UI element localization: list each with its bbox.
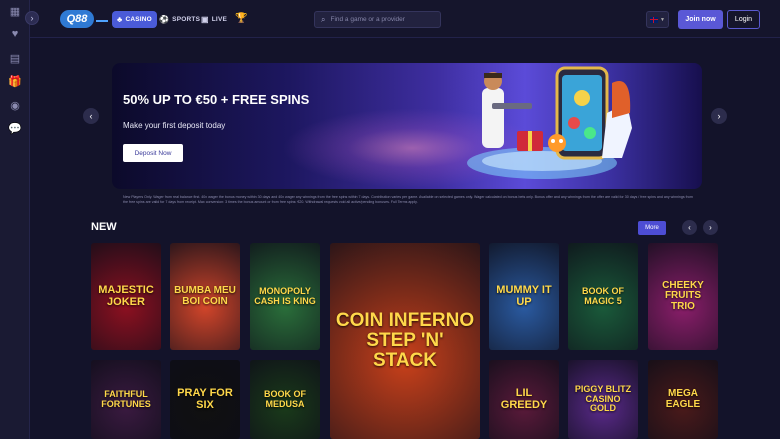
- banner-next-button[interactable]: ›: [711, 108, 727, 124]
- chat-icon[interactable]: 💬: [8, 121, 22, 135]
- game-tile[interactable]: BOOK OF MAGIC 5: [568, 243, 638, 350]
- banner-prev-button[interactable]: ‹: [83, 108, 99, 124]
- game-title: MONOPOLY CASH IS KING: [254, 286, 316, 306]
- trophy-icon[interactable]: 🏆: [235, 13, 247, 24]
- chevron-right-icon: ›: [709, 223, 712, 232]
- banner-terms: New Players Only. Wager from real balanc…: [123, 195, 693, 205]
- more-button[interactable]: More: [638, 221, 666, 235]
- game-title: PIGGY BLITZ CASINO GOLD: [574, 384, 632, 414]
- game-tile[interactable]: COIN INFERNO STEP 'N' STACK: [330, 243, 480, 439]
- game-title: COIN INFERNO STEP 'N' STACK: [335, 310, 475, 371]
- chevron-right-icon[interactable]: ›: [25, 11, 39, 25]
- tab-live-label: LIVE: [211, 16, 228, 23]
- language-selector[interactable]: ▼: [646, 11, 669, 28]
- chevron-left-icon: ‹: [688, 223, 691, 232]
- game-tile[interactable]: CHEEKY FRUITS TRIO: [648, 243, 718, 350]
- football-icon: ⚽: [159, 15, 170, 24]
- banner-artwork: [467, 66, 632, 179]
- game-tile[interactable]: MEGA EAGLE: [648, 360, 718, 439]
- game-title: MEGA EAGLE: [665, 388, 701, 410]
- promo-banner[interactable]: 50% UP TO €50 + FREE SPINS Make your fir…: [112, 63, 702, 189]
- game-title: LIL GREEDY: [500, 386, 548, 411]
- game-tile[interactable]: BOOK OF MEDUSA: [250, 360, 320, 439]
- heart-icon[interactable]: ♥: [8, 27, 22, 41]
- row-next-button[interactable]: ›: [703, 220, 718, 235]
- uk-flag-icon: [650, 16, 659, 23]
- banner-title: 50% UP TO €50 + FREE SPINS: [123, 92, 310, 107]
- banner-subtitle: Make your first deposit today: [123, 121, 226, 130]
- grid-icon[interactable]: ▦: [8, 4, 22, 18]
- row-prev-button[interactable]: ‹: [682, 220, 697, 235]
- game-tile[interactable]: PRAY FOR SIX: [170, 360, 240, 439]
- game-tile[interactable]: BUMBA MEU BOI COIN: [170, 243, 240, 350]
- live-icon: ▣: [201, 15, 209, 24]
- game-tile[interactable]: MONOPOLY CASH IS KING: [250, 243, 320, 350]
- tab-casino-label: CASINO: [125, 16, 152, 23]
- game-title: PRAY FOR SIX: [177, 386, 233, 411]
- join-now-button[interactable]: Join now: [678, 10, 723, 29]
- sidebar: ▦ ♥ ▤ 🎁 ◉ 💬: [0, 0, 30, 439]
- game-tile[interactable]: LIL GREEDY: [489, 360, 559, 439]
- tab-live[interactable]: ▣ LIVE: [196, 11, 232, 28]
- chevron-down-icon: ▼: [660, 16, 665, 23]
- site-logo[interactable]: Q88: [60, 10, 94, 28]
- game-tile[interactable]: MAJESTIC JOKER: [91, 243, 161, 350]
- tab-casino[interactable]: ♣ CASINO: [112, 11, 157, 28]
- game-tile[interactable]: PIGGY BLITZ CASINO GOLD: [568, 360, 638, 439]
- deposit-now-button[interactable]: Deposit Now: [123, 144, 183, 162]
- game-title: BUMBA MEU BOI COIN: [174, 285, 236, 307]
- search-icon: ⌕: [321, 14, 326, 24]
- game-title: MAJESTIC JOKER: [98, 283, 154, 308]
- gift-icon[interactable]: 🎁: [8, 74, 22, 88]
- game-title: BOOK OF MEDUSA: [264, 389, 306, 409]
- game-title: BOOK OF MAGIC 5: [582, 286, 624, 306]
- login-button[interactable]: Login: [727, 10, 760, 29]
- game-title: CHEEKY FRUITS TRIO: [662, 279, 704, 312]
- game-tile[interactable]: FAITHFUL FORTUNES: [91, 360, 161, 439]
- logo-accent: [96, 20, 108, 22]
- slot-icon[interactable]: ▤: [8, 51, 22, 65]
- chevron-left-icon: ‹: [89, 111, 93, 121]
- game-tile[interactable]: MUMMY IT UP: [489, 243, 559, 350]
- search-bar[interactable]: ⌕: [314, 11, 441, 28]
- search-input[interactable]: [330, 16, 431, 23]
- chip-icon[interactable]: ◉: [8, 98, 22, 112]
- game-title: FAITHFUL FORTUNES: [101, 389, 151, 409]
- game-title: MUMMY IT UP: [496, 283, 552, 308]
- section-title-new: NEW: [91, 221, 117, 233]
- casino-icon: ♣: [117, 15, 123, 24]
- chevron-right-icon: ›: [717, 111, 721, 121]
